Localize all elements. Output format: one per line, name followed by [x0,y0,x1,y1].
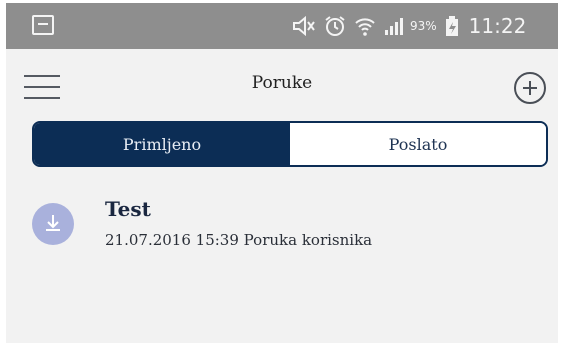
menu-button[interactable] [24,75,60,101]
status-time: 11:22 [468,14,527,38]
message-title: Test [105,197,151,221]
message-meta: 21.07.2016 15:39 Poruka korisnika [105,231,372,249]
message-avatar [32,203,74,245]
tab-received[interactable]: Primljeno [34,123,290,165]
hamburger-icon [24,75,60,77]
page-title: Poruke [251,73,313,93]
download-icon [46,215,60,231]
message-sender: Poruka korisnika [243,231,373,249]
tab-sent[interactable]: Poslato [290,123,546,165]
mute-icon [293,16,315,36]
battery-icon [445,16,458,36]
inbox-tabs: Primljeno Poslato [32,121,548,167]
phone-screen: 93% 11:22 Poruke Primljeno Poslato Test … [6,3,558,343]
signal-icon [385,18,403,35]
add-message-button[interactable] [514,72,546,104]
message-date: 21.07.2016 15:39 [105,231,239,249]
alarm-icon [325,16,345,36]
gallery-icon [32,15,54,35]
wifi-icon [355,18,375,36]
battery-percent: 93% [410,19,437,33]
status-icons: 93% 11:22 [292,13,526,39]
message-list-item[interactable]: Test 21.07.2016 15:39 Poruka korisnika [6,189,558,261]
status-bar: 93% 11:22 [6,3,558,49]
